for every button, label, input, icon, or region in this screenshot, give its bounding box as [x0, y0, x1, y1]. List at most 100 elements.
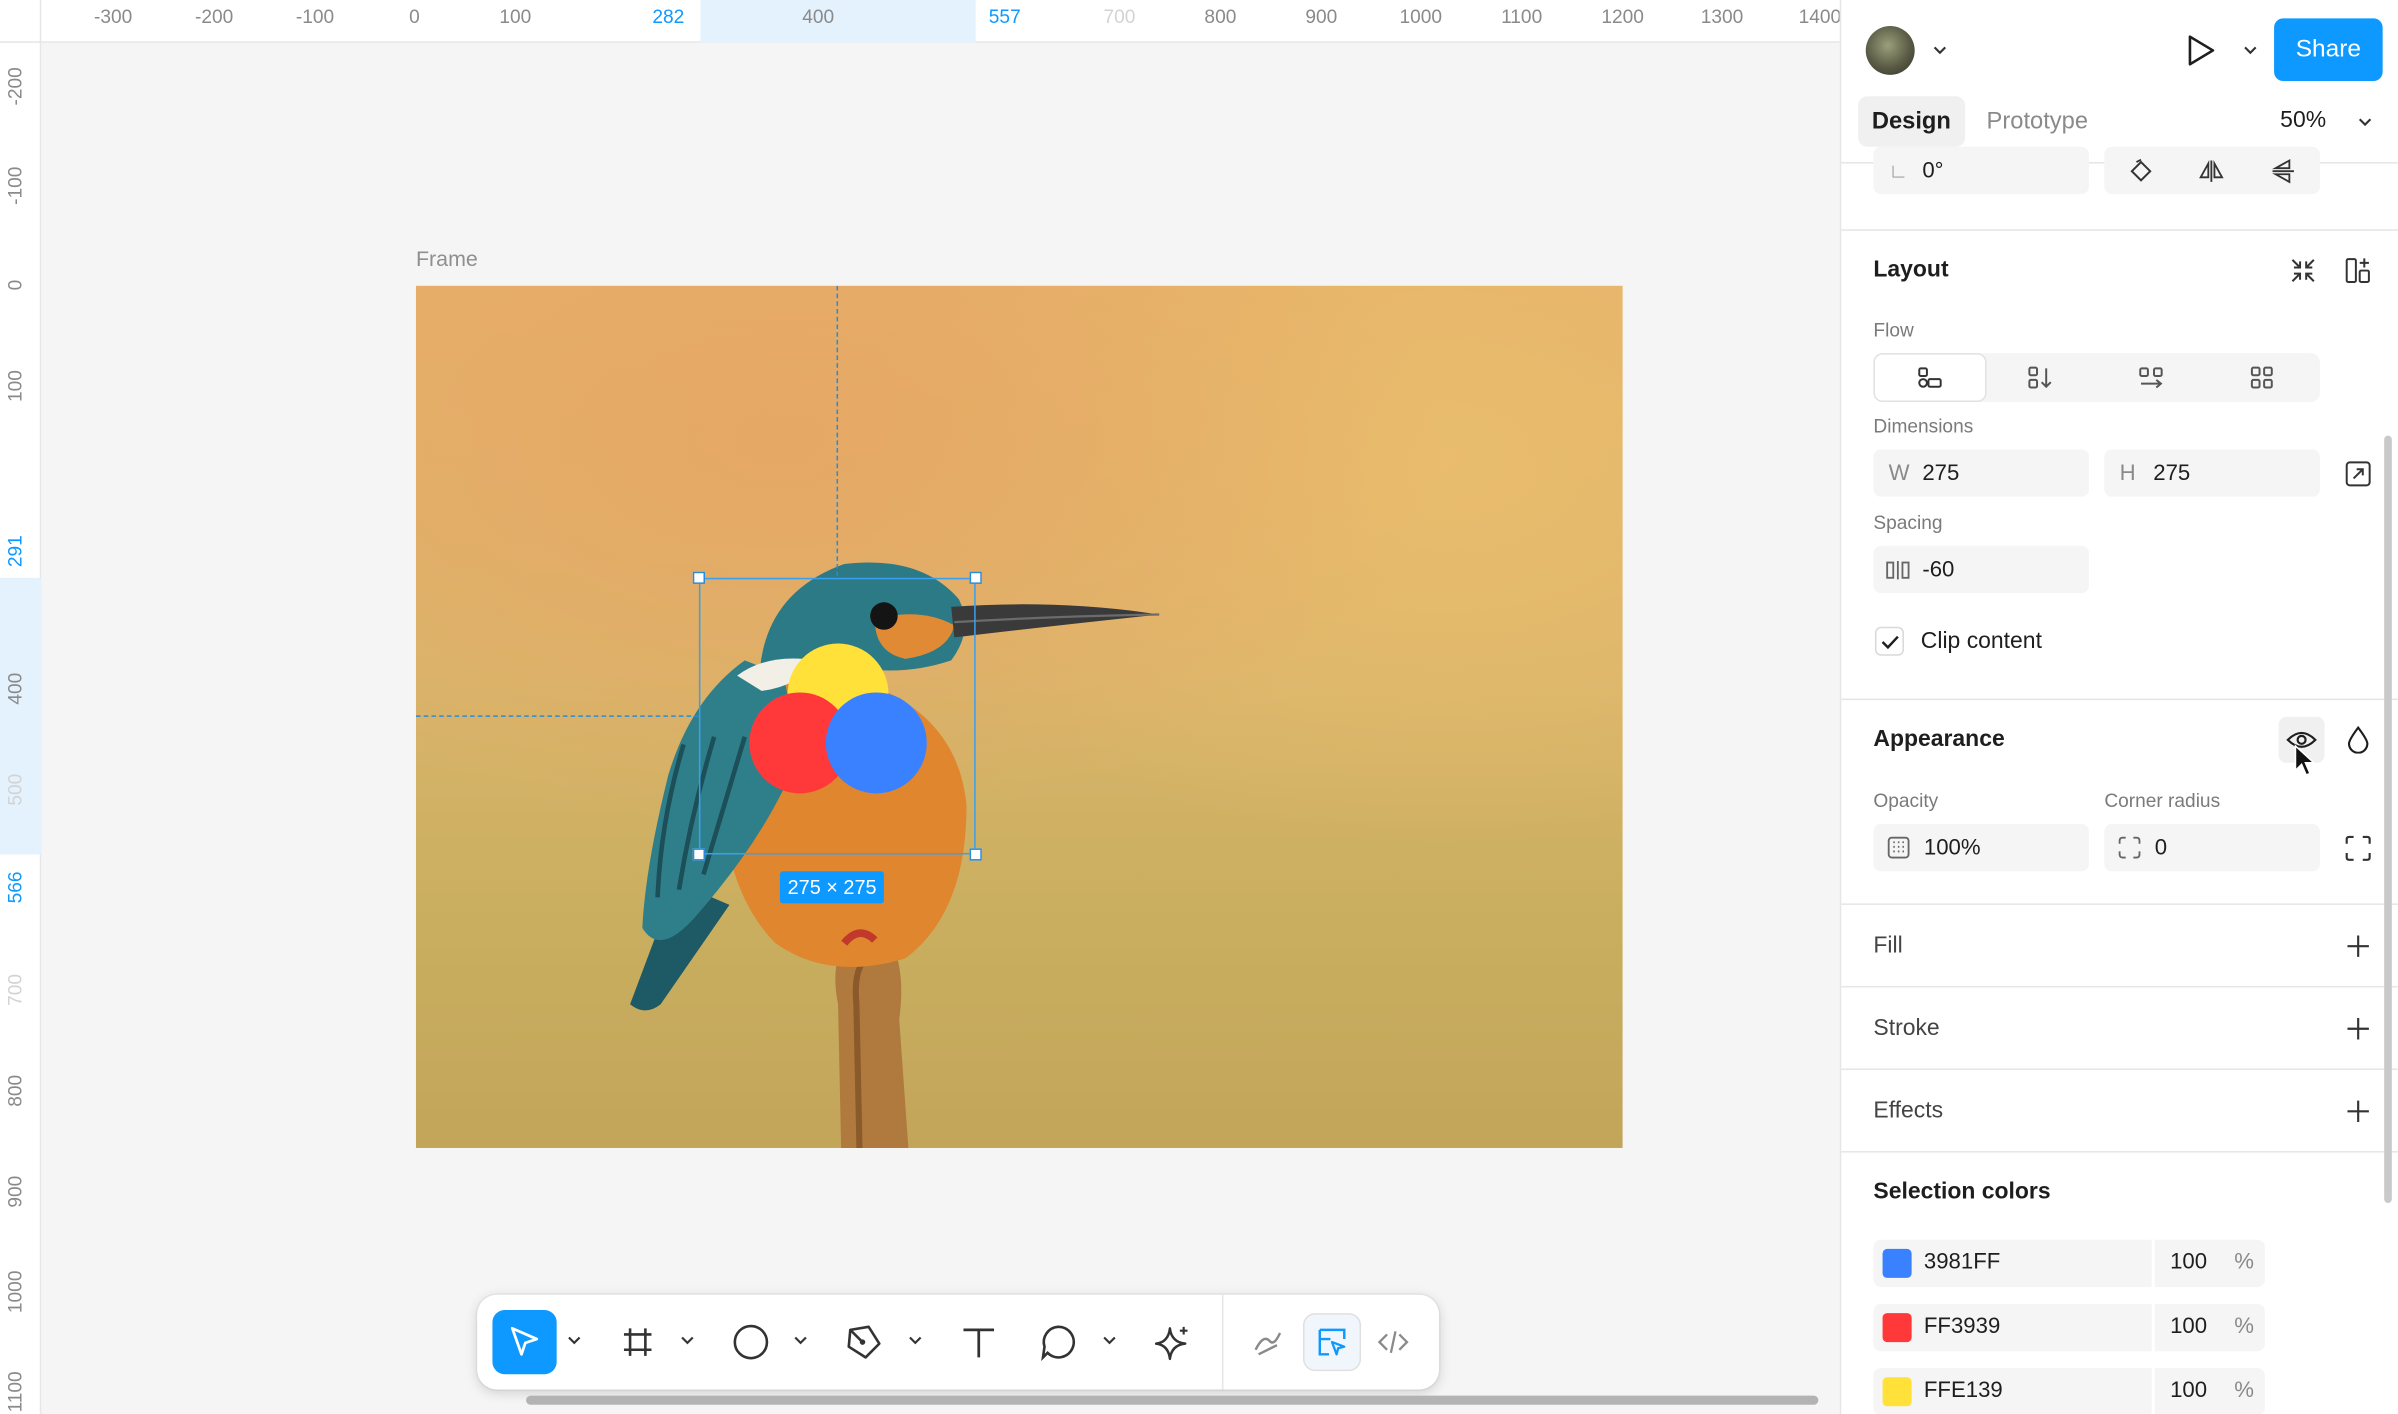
- zoom-level[interactable]: 50%: [2280, 107, 2326, 133]
- horizontal-scrollbar[interactable]: [526, 1395, 1819, 1405]
- ruler-left-label: 1000: [4, 1270, 26, 1314]
- add-effect-button[interactable]: [2337, 1090, 2380, 1133]
- percent-sign: %: [2234, 1378, 2255, 1404]
- layout-grid-button[interactable]: [2337, 249, 2380, 292]
- ruler-top-label: 900: [1305, 6, 1338, 28]
- flow-grid-option[interactable]: [2207, 355, 2317, 401]
- height-value: 275: [2153, 460, 2191, 486]
- user-avatar[interactable]: [1865, 25, 1915, 75]
- frame-tool-dropdown[interactable]: [677, 1331, 695, 1349]
- flow-horizontal-option[interactable]: [2097, 355, 2207, 401]
- spacing-field[interactable]: -60: [1873, 545, 2090, 594]
- circle-icon: [733, 1324, 769, 1360]
- selection-color-row[interactable]: 3981FF 100%: [1873, 1239, 2265, 1288]
- pen-tool-dropdown[interactable]: [905, 1331, 923, 1349]
- frame-tool-button[interactable]: [606, 1310, 670, 1374]
- comment-tool-button[interactable]: [1026, 1310, 1090, 1374]
- constrain-proportions-button[interactable]: [2337, 452, 2380, 495]
- figma-workspace: Frame 275 × 275 -300 -200 -100 0 100 282…: [0, 0, 2398, 1414]
- ruler-vertical[interactable]: -200 -100 0 100 291 400 500 566 700 800 900 1000 110…: [0, 42, 42, 1414]
- color-swatch[interactable]: [1882, 1313, 1912, 1343]
- present-options-dropdown[interactable]: [2228, 29, 2271, 72]
- spacing-value: -60: [1922, 557, 1955, 582]
- ruler-left-label: 800: [4, 1074, 26, 1106]
- share-button[interactable]: Share: [2274, 18, 2383, 82]
- ruler-horizontal[interactable]: -300 -200 -100 0 100 282 400 557 700 800 900 1000 11…: [0, 0, 1840, 43]
- flow-vertical-option[interactable]: [1985, 355, 2095, 401]
- flip-vertical-button[interactable]: [2262, 150, 2305, 193]
- flip-horizontal-button[interactable]: [2190, 150, 2233, 193]
- resize-handle-top-left[interactable]: [692, 571, 706, 584]
- selection-color-row[interactable]: FFE139 100%: [1873, 1368, 2265, 1414]
- color-hex-field[interactable]: FF3939: [1873, 1303, 2152, 1352]
- color-swatch[interactable]: [1882, 1248, 1912, 1278]
- color-hex-field[interactable]: 3981FF: [1873, 1239, 2152, 1288]
- account-menu-dropdown[interactable]: [1918, 29, 1961, 72]
- zoom-dropdown[interactable]: [2343, 101, 2386, 144]
- pen-tool-button[interactable]: [832, 1310, 896, 1374]
- panel-divider: [1841, 1151, 2398, 1153]
- properties-panel: Share Design Prototype 50% ∟ 0° Layout F…: [1839, 0, 2398, 1414]
- tab-design[interactable]: Design: [1858, 96, 1965, 147]
- frame[interactable]: 275 × 275: [415, 285, 1623, 1148]
- height-field[interactable]: H 275: [2104, 449, 2320, 497]
- width-value: 275: [1922, 460, 1960, 486]
- clip-content-label[interactable]: Clip content: [1921, 628, 2042, 654]
- rotation-field[interactable]: ∟ 0°: [1873, 146, 2090, 195]
- width-field[interactable]: W 275: [1873, 449, 2090, 497]
- checkmark-icon: [1880, 635, 1898, 649]
- independent-corners-button[interactable]: [2337, 827, 2380, 870]
- comment-tool-dropdown[interactable]: [1100, 1331, 1118, 1349]
- panel-divider: [1841, 985, 2398, 988]
- flow-freeform-option[interactable]: [1874, 354, 1986, 401]
- rotate-button[interactable]: [2120, 150, 2163, 193]
- ellipse-tool-dropdown[interactable]: [791, 1331, 809, 1349]
- resize-handle-bottom-right[interactable]: [969, 848, 982, 861]
- chevron-down-icon: [1933, 46, 1946, 55]
- transform-buttons: [2104, 146, 2320, 195]
- ruler-top-label: 1200: [1601, 6, 1644, 28]
- selection-color-row[interactable]: FF3939 100%: [1873, 1303, 2265, 1352]
- resize-handle-top-right[interactable]: [969, 571, 982, 584]
- cursor-arrow-icon: [510, 1326, 539, 1356]
- dimensions-label: Dimensions: [1873, 415, 1974, 438]
- smart-guide-horizontal: [415, 715, 699, 717]
- color-opacity-field[interactable]: 100%: [2154, 1368, 2265, 1414]
- color-opacity-field[interactable]: 100%: [2154, 1239, 2265, 1288]
- ruler-top-label: 1000: [1399, 6, 1442, 28]
- design-canvas[interactable]: Frame 275 × 275 -300 -200 -100 0 100 282…: [0, 0, 1840, 1414]
- resize-handle-bottom-left[interactable]: [692, 848, 706, 861]
- smart-guide-vertical: [836, 285, 839, 577]
- text-tool-button[interactable]: [947, 1310, 1011, 1374]
- frame-name-label[interactable]: Frame: [416, 246, 478, 270]
- ruler-top-label: 400: [802, 6, 835, 28]
- clip-content-checkbox[interactable]: [1874, 626, 1904, 656]
- collapse-layout-button[interactable]: [2282, 249, 2325, 292]
- add-fill-button[interactable]: [2337, 925, 2380, 968]
- ruler-left-label: 100: [4, 369, 26, 402]
- add-stroke-button[interactable]: [2337, 1007, 2380, 1050]
- ellipse-tool-button[interactable]: [719, 1310, 783, 1374]
- color-opacity-field[interactable]: 100%: [2154, 1303, 2265, 1352]
- horizontal-stack-icon: [2139, 367, 2163, 389]
- ai-tool-button[interactable]: [1141, 1310, 1205, 1374]
- dev-mode-button[interactable]: [1364, 1313, 1422, 1371]
- move-tool-button[interactable]: [492, 1310, 557, 1375]
- design-mode-button[interactable]: [1302, 1313, 1362, 1372]
- opacity-field[interactable]: 100%: [1873, 823, 2090, 872]
- ruler-top-label: 557: [988, 6, 1021, 28]
- color-opacity-value: 100: [2170, 1378, 2208, 1404]
- corner-radius-field[interactable]: 0: [2104, 823, 2320, 872]
- panel-divider: [1841, 698, 2398, 701]
- blend-mode-button[interactable]: [2337, 718, 2380, 761]
- droplet-icon: [2347, 726, 2369, 754]
- panel-scrollbar[interactable]: [2384, 435, 2392, 1204]
- ruler-selection-highlight: [700, 0, 976, 43]
- color-swatch[interactable]: [1882, 1377, 1912, 1407]
- selection-bounding-box[interactable]: [692, 571, 982, 861]
- tab-prototype[interactable]: Prototype: [1973, 96, 2102, 146]
- draw-mode-button[interactable]: [1239, 1313, 1297, 1371]
- present-button[interactable]: [2179, 29, 2222, 72]
- color-hex-field[interactable]: FFE139: [1873, 1368, 2152, 1414]
- move-tool-dropdown[interactable]: [564, 1331, 582, 1349]
